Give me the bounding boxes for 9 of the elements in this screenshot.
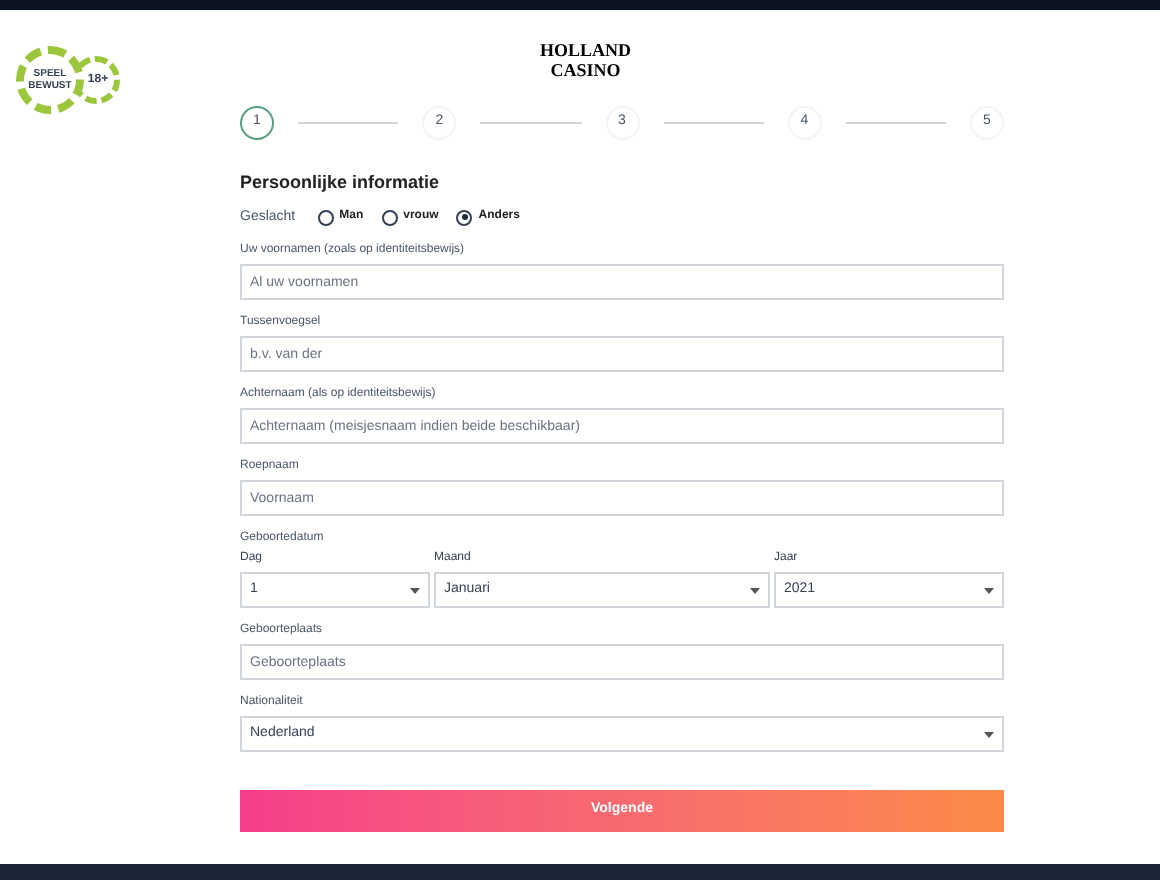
caret-icon xyxy=(410,587,420,593)
radio-button[interactable] xyxy=(456,209,473,226)
logo: HOLLAND CASINO xyxy=(540,40,632,80)
radio-button[interactable] xyxy=(381,209,398,226)
caret-icon xyxy=(750,587,760,593)
caret-icon xyxy=(984,731,994,737)
caret-icon xyxy=(984,587,994,593)
section-heading: Persoonlijke informatie xyxy=(240,170,442,196)
radio-button[interactable] xyxy=(317,209,334,226)
